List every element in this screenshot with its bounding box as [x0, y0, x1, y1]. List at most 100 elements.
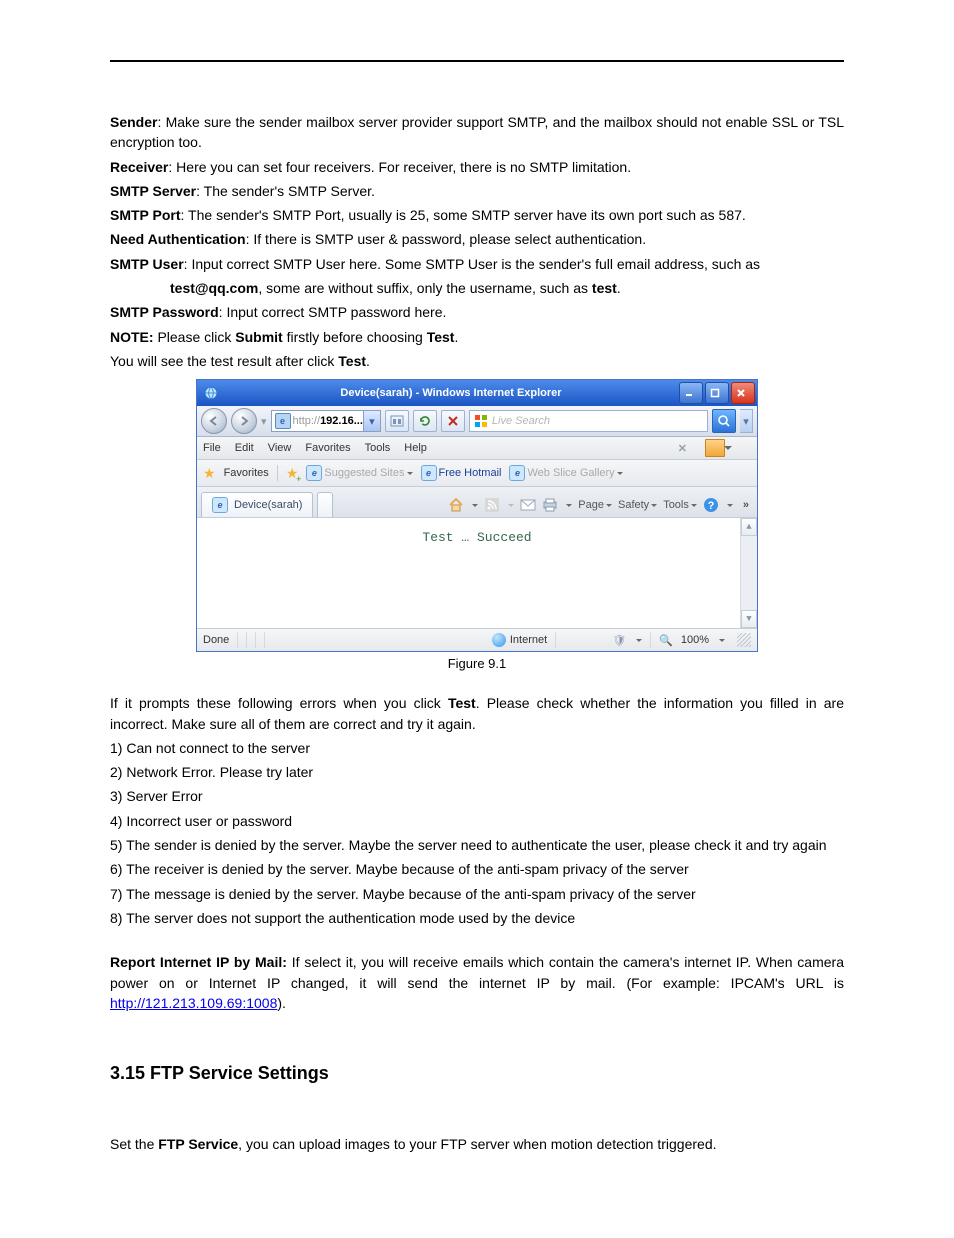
label-smtp-user: SMTP User	[110, 256, 184, 272]
para-smtp-user-cont: test@qq.com, some are without suffix, on…	[110, 278, 844, 298]
search-provider-icon	[474, 414, 488, 428]
err-2: 2) Network Error. Please try later	[110, 762, 844, 782]
page-icon: e	[275, 413, 291, 429]
search-go-button[interactable]	[712, 409, 736, 433]
err-8: 8) The server does not support the authe…	[110, 908, 844, 928]
menu-favorites[interactable]: Favorites	[305, 442, 350, 454]
cmd-page[interactable]: Page	[578, 499, 612, 511]
figure-caption: Figure 9.1	[110, 656, 844, 671]
ie-logo-icon	[203, 385, 219, 401]
command-bar: Page Safety Tools ? »	[448, 497, 753, 517]
ie-page-icon: e	[306, 465, 322, 481]
label-receiver: Receiver	[110, 159, 168, 175]
minimize-button[interactable]	[679, 382, 703, 404]
status-zone: Internet	[492, 633, 547, 647]
close-button[interactable]	[731, 382, 755, 404]
ie-page-icon: e	[509, 465, 525, 481]
cmd-safety[interactable]: Safety	[618, 499, 657, 511]
menu-view[interactable]: View	[268, 442, 292, 454]
search-placeholder: Live Search	[492, 415, 550, 427]
resize-grip-icon[interactable]	[737, 633, 751, 647]
menu-file[interactable]: File	[203, 442, 221, 454]
scroll-down-icon[interactable]: ▼	[741, 610, 757, 628]
fav-suggested-sites[interactable]: eSuggested Sites	[306, 465, 412, 481]
status-zoom[interactable]: 100%	[681, 634, 709, 646]
menubar-close-icon[interactable]: ✕	[674, 442, 691, 455]
address-bar[interactable]: e http://192.16... ▾	[271, 410, 381, 432]
menu-edit[interactable]: Edit	[235, 442, 254, 454]
label-note: NOTE:	[110, 329, 154, 345]
para-report-ip: Report Internet IP by Mail: If select it…	[110, 952, 844, 1013]
fav-web-slice-gallery[interactable]: eWeb Slice Gallery	[509, 465, 622, 481]
label-report-ip: Report Internet IP by Mail:	[110, 954, 287, 970]
ie-page-icon: e	[212, 497, 228, 513]
err-5: 5) The sender is denied by the server. M…	[110, 835, 844, 855]
cmd-tools[interactable]: Tools	[663, 499, 697, 511]
para-smtp-port: SMTP Port: The sender's SMTP Port, usual…	[110, 205, 844, 225]
label-smtp-server: SMTP Server	[110, 183, 196, 199]
search-dropdown[interactable]: ▾	[740, 409, 753, 433]
label-smtp-port: SMTP Port	[110, 207, 181, 223]
page-view-button[interactable]	[705, 439, 725, 457]
para-test-result: You will see the test result after click…	[110, 351, 844, 371]
fav-free-hotmail[interactable]: eFree Hotmail	[421, 465, 502, 481]
print-icon[interactable]	[542, 497, 558, 513]
zoom-dropdown[interactable]	[719, 639, 725, 645]
ie-content-area: Test … Succeed ▲ ▼	[197, 518, 757, 628]
overflow-icon[interactable]: »	[739, 499, 753, 511]
ie-titlebar[interactable]: Device(sarah) - Windows Internet Explore…	[197, 380, 757, 406]
status-done: Done	[203, 634, 229, 646]
favorites-label[interactable]: Favorites	[224, 467, 269, 479]
figure-ie-window: Device(sarah) - Windows Internet Explore…	[110, 379, 844, 652]
err-3: 3) Server Error	[110, 786, 844, 806]
err-6: 6) The receiver is denied by the server.…	[110, 859, 844, 879]
ie-menubar: File Edit View Favorites Tools Help ✕	[197, 437, 757, 460]
para-smtp-user: SMTP User: Input correct SMTP User here.…	[110, 254, 844, 274]
recent-dropdown-icon[interactable]: ▾	[261, 415, 267, 428]
ie-window: Device(sarah) - Windows Internet Explore…	[196, 379, 758, 652]
new-tab-button[interactable]	[317, 492, 333, 517]
ie-navbar: ▾ e http://192.16... ▾ Live Search ▾	[197, 406, 757, 437]
browser-tab[interactable]: e Device(sarah)	[201, 492, 313, 517]
feeds-icon[interactable]	[484, 497, 500, 513]
ie-tab-bar: e Device(sarah) Page Safety Tools ? »	[197, 487, 757, 518]
para-errors-intro: If it prompts these following errors whe…	[110, 693, 844, 734]
para-receiver: Receiver: Here you can set four receiver…	[110, 157, 844, 177]
section-title-ftp: 3.15 FTP Service Settings	[110, 1063, 844, 1084]
err-4: 4) Incorrect user or password	[110, 811, 844, 831]
read-mail-icon[interactable]	[520, 497, 536, 513]
para-note: NOTE: Please click Submit firstly before…	[110, 327, 844, 347]
menu-help[interactable]: Help	[404, 442, 427, 454]
err-1: 1) Can not connect to the server	[110, 738, 844, 758]
compat-view-button[interactable]	[385, 410, 409, 432]
zoom-icon[interactable]: 🔍	[659, 634, 673, 647]
globe-icon	[492, 633, 506, 647]
tab-label: Device(sarah)	[234, 499, 302, 511]
menu-tools[interactable]: Tools	[365, 442, 391, 454]
address-dropdown[interactable]: ▾	[363, 411, 380, 431]
add-favorites-icon[interactable]: ★+	[286, 465, 299, 482]
refresh-button[interactable]	[413, 410, 437, 432]
help-icon[interactable]: ?	[703, 497, 719, 513]
maximize-button[interactable]	[705, 382, 729, 404]
svg-text:?: ?	[708, 500, 715, 512]
ie-favorites-bar: ★ Favorites ★+ eSuggested Sites eFree Ho…	[197, 460, 757, 487]
vertical-scrollbar[interactable]: ▲ ▼	[740, 518, 757, 628]
protected-mode-icon[interactable]: 🛡	[612, 634, 626, 647]
label-sender: Sender	[110, 114, 157, 130]
para-smtp-password: SMTP Password: Input correct SMTP passwo…	[110, 302, 844, 322]
home-icon[interactable]	[448, 497, 464, 513]
favorites-star-icon[interactable]: ★	[203, 465, 216, 482]
ie-window-title: Device(sarah) - Windows Internet Explore…	[223, 387, 679, 399]
para-ftp-intro: Set the FTP Service, you can upload imag…	[110, 1134, 844, 1154]
search-box[interactable]: Live Search	[469, 410, 708, 432]
back-button[interactable]	[201, 408, 227, 434]
ie-page-icon: e	[421, 465, 437, 481]
address-text: http://192.16...	[293, 415, 363, 427]
err-7: 7) The message is denied by the server. …	[110, 884, 844, 904]
forward-button[interactable]	[231, 408, 257, 434]
label-smtp-password: SMTP Password	[110, 304, 219, 320]
stop-button[interactable]	[441, 410, 465, 432]
test-result-text: Test … Succeed	[422, 530, 531, 545]
example-url-link[interactable]: http://121.213.109.69:1008	[110, 995, 277, 1011]
